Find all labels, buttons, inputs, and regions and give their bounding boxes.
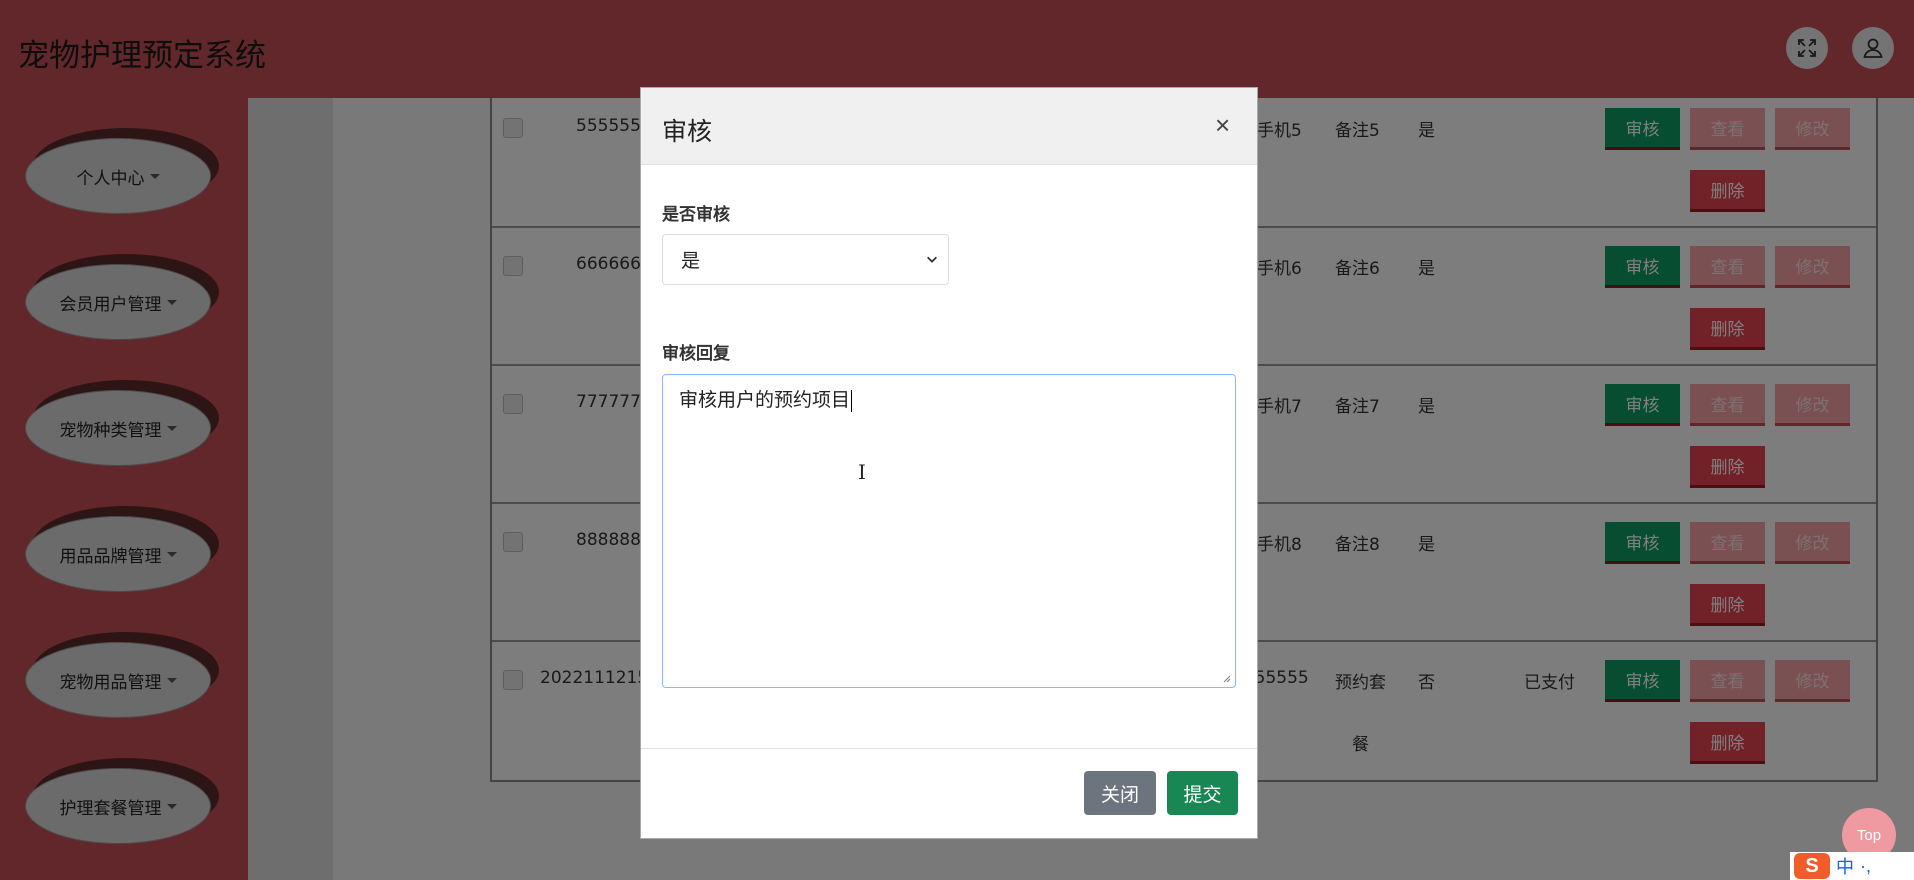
ibeam-cursor-icon: I: [858, 460, 866, 484]
audit-reply-label: 审核回复: [662, 344, 730, 364]
audit-modal: 审核 × 是否审核 是 审核回复 审核用户的预约项目 I 关闭 提交: [640, 87, 1258, 839]
modal-footer: 关闭 提交: [641, 748, 1257, 838]
audit-status-label: 是否审核: [662, 205, 730, 225]
modal-title: 审核: [662, 117, 713, 146]
modal-header: 审核 ×: [641, 88, 1257, 165]
audit-status-select[interactable]: 是: [662, 234, 949, 285]
audit-reply-textarea[interactable]: 审核用户的预约项目: [662, 374, 1236, 688]
sogou-logo-icon: S: [1794, 853, 1830, 879]
resize-handle-icon[interactable]: [1221, 673, 1231, 683]
ime-punctuation: ·,: [1860, 855, 1871, 876]
text-cursor: [851, 389, 853, 412]
submit-button[interactable]: 提交: [1167, 771, 1238, 815]
close-button[interactable]: 关闭: [1084, 771, 1156, 815]
ime-status-bar[interactable]: S 中 ·,: [1790, 852, 1914, 880]
audit-reply-text: 审核用户的预约项目: [679, 389, 851, 411]
close-icon[interactable]: ×: [1215, 110, 1230, 141]
audit-status-value: 是: [681, 250, 701, 272]
ime-mode: 中: [1836, 857, 1854, 877]
chevron-down-icon: [927, 256, 937, 263]
